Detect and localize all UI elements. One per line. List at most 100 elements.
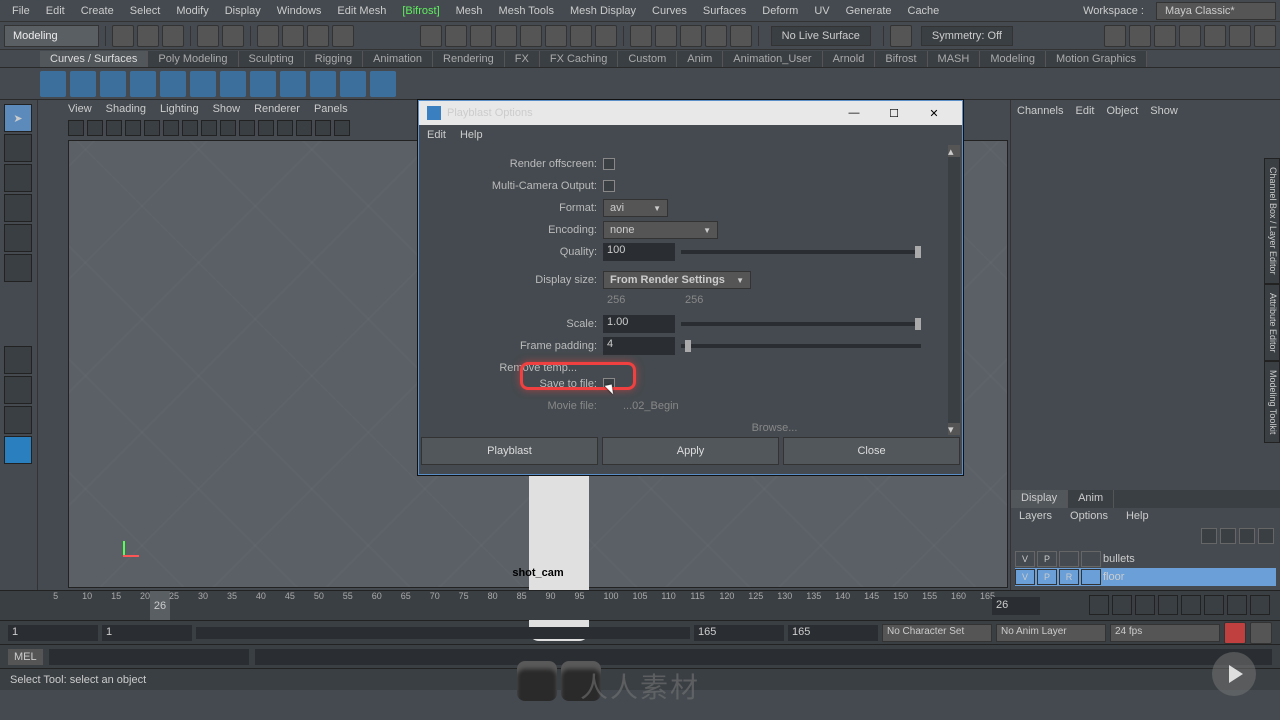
- shelf-tab-mograph[interactable]: Motion Graphics: [1046, 51, 1147, 67]
- menu-curves[interactable]: Curves: [644, 2, 695, 20]
- snap7-icon[interactable]: [570, 25, 592, 47]
- menu-uv[interactable]: UV: [806, 2, 837, 20]
- panel-panels[interactable]: Panels: [314, 103, 348, 115]
- layout2-icon[interactable]: [1129, 25, 1151, 47]
- time-ruler[interactable]: 26 5101520253035404550556065707580859095…: [30, 591, 985, 620]
- layout6-icon[interactable]: [1229, 25, 1251, 47]
- prev-key-icon[interactable]: [1112, 595, 1132, 615]
- layer-row[interactable]: V P R floor: [1015, 568, 1276, 586]
- panel-show[interactable]: Show: [213, 103, 241, 115]
- scale-input[interactable]: 1.00: [603, 315, 675, 333]
- menu-editmesh[interactable]: Edit Mesh: [329, 2, 394, 20]
- layer-type[interactable]: R: [1059, 569, 1079, 585]
- padding-input[interactable]: 4: [603, 337, 675, 355]
- shelf-tab-render[interactable]: Rendering: [433, 51, 505, 67]
- construct2-icon[interactable]: [655, 25, 677, 47]
- cb-channels[interactable]: Channels: [1017, 105, 1063, 117]
- shelf-tab-anim[interactable]: Animation: [363, 51, 433, 67]
- menu-meshtools[interactable]: Mesh Tools: [491, 2, 562, 20]
- padding-slider[interactable]: [681, 344, 921, 348]
- layer-icon4[interactable]: [1258, 528, 1274, 544]
- open-scene-icon[interactable]: [137, 25, 159, 47]
- workspace-dropdown[interactable]: Maya Classic*: [1156, 2, 1276, 20]
- menu-meshdisplay[interactable]: Mesh Display: [562, 2, 644, 20]
- vp-icon[interactable]: [334, 120, 350, 136]
- vtab-channelbox[interactable]: Channel Box / Layer Editor: [1264, 158, 1280, 284]
- cb-show[interactable]: Show: [1150, 105, 1178, 117]
- layer-type[interactable]: [1059, 551, 1079, 567]
- menu-select[interactable]: Select: [122, 2, 169, 20]
- cb-edit[interactable]: Edit: [1075, 105, 1094, 117]
- range-start-outer[interactable]: 1: [8, 625, 98, 641]
- layout7-icon[interactable]: [1254, 25, 1276, 47]
- encoding-dropdown[interactable]: none▼: [603, 221, 718, 239]
- snap5-icon[interactable]: [520, 25, 542, 47]
- panel-shading[interactable]: Shading: [106, 103, 146, 115]
- shelf-tab-arnold[interactable]: Arnold: [823, 51, 876, 67]
- close-button[interactable]: Close: [783, 437, 960, 465]
- prefs-icon[interactable]: [1250, 622, 1272, 644]
- layers-menu[interactable]: Layers: [1019, 510, 1052, 524]
- snap3-icon[interactable]: [470, 25, 492, 47]
- layer-color[interactable]: [1081, 551, 1101, 567]
- current-time-marker[interactable]: 26: [150, 591, 170, 620]
- close-icon[interactable]: ✕: [914, 101, 954, 125]
- panel-lighting[interactable]: Lighting: [160, 103, 199, 115]
- vp-icon[interactable]: [163, 120, 179, 136]
- shelf-tab-anim2[interactable]: Anim: [677, 51, 723, 67]
- apply-button[interactable]: Apply: [602, 437, 779, 465]
- layer-icon3[interactable]: [1239, 528, 1255, 544]
- layout-four-icon[interactable]: [4, 376, 32, 404]
- step-fwd-icon[interactable]: [1204, 595, 1224, 615]
- vtab-modeling-tk[interactable]: Modeling Toolkit: [1264, 361, 1280, 443]
- panel-renderer[interactable]: Renderer: [254, 103, 300, 115]
- vp-icon[interactable]: [182, 120, 198, 136]
- shelf-tab-custom[interactable]: Custom: [618, 51, 677, 67]
- menu-cache[interactable]: Cache: [900, 2, 948, 20]
- fps-dd[interactable]: 24 fps: [1110, 624, 1220, 642]
- minimize-icon[interactable]: —: [834, 101, 874, 125]
- next-key-icon[interactable]: [1227, 595, 1247, 615]
- vp-icon[interactable]: [296, 120, 312, 136]
- display-size-dropdown[interactable]: From Render Settings▼: [603, 271, 751, 289]
- vp-icon[interactable]: [315, 120, 331, 136]
- layout4-icon[interactable]: [1179, 25, 1201, 47]
- layout1-icon[interactable]: [1104, 25, 1126, 47]
- layer-icon1[interactable]: [1201, 528, 1217, 544]
- playblast-button[interactable]: Playblast: [421, 437, 598, 465]
- lock-icon[interactable]: [595, 25, 617, 47]
- anim-layer-dd[interactable]: No Anim Layer: [996, 624, 1106, 642]
- no-live-surface[interactable]: No Live Surface: [771, 26, 871, 46]
- layer-row[interactable]: V P bullets: [1015, 550, 1276, 568]
- menu-edit[interactable]: Edit: [38, 2, 73, 20]
- dialog-titlebar[interactable]: Playblast Options — ☐ ✕: [419, 101, 962, 125]
- range-start-inner[interactable]: 1: [102, 625, 192, 641]
- construct3-icon[interactable]: [680, 25, 702, 47]
- snap4-icon[interactable]: [495, 25, 517, 47]
- construct-icon[interactable]: [630, 25, 652, 47]
- menu-mesh[interactable]: Mesh: [448, 2, 491, 20]
- go-start-icon[interactable]: [1089, 595, 1109, 615]
- range-end-outer[interactable]: 165: [788, 625, 878, 641]
- save-to-file-check[interactable]: [603, 378, 615, 390]
- sel-mode3-icon[interactable]: [307, 25, 329, 47]
- shelf-tab-rig[interactable]: Rigging: [305, 51, 363, 67]
- shelf-icon[interactable]: [280, 71, 306, 97]
- shelf-tab-bifrost[interactable]: Bifrost: [875, 51, 927, 67]
- vp-icon[interactable]: [239, 120, 255, 136]
- current-frame-field[interactable]: 26: [992, 597, 1040, 615]
- maximize-icon[interactable]: ☐: [874, 101, 914, 125]
- shelf-icon[interactable]: [340, 71, 366, 97]
- vp-icon[interactable]: [220, 120, 236, 136]
- shelf-icon[interactable]: [70, 71, 96, 97]
- options-menu[interactable]: Options: [1070, 510, 1108, 524]
- vp-icon[interactable]: [87, 120, 103, 136]
- shelf-icon[interactable]: [190, 71, 216, 97]
- layer-color[interactable]: [1081, 569, 1101, 585]
- panel-view[interactable]: View: [68, 103, 92, 115]
- layer-vis[interactable]: V: [1015, 569, 1035, 585]
- save-scene-icon[interactable]: [162, 25, 184, 47]
- shelf-tab-sculpt[interactable]: Sculpting: [239, 51, 305, 67]
- range-end-inner[interactable]: 165: [694, 625, 784, 641]
- shelf-tab-poly[interactable]: Poly Modeling: [148, 51, 238, 67]
